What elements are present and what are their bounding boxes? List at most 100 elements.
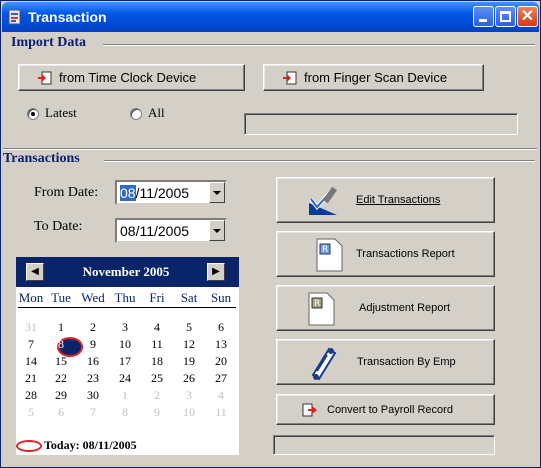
convert-payroll-button[interactable]: Convert to Payroll Record bbox=[276, 394, 495, 425]
adjustment-report-icon: R bbox=[308, 292, 335, 326]
calendar-day[interactable]: 20 bbox=[206, 354, 236, 369]
to-date-field[interactable]: 08/11/2005 bbox=[115, 218, 227, 243]
to-date-value: 08/11/2005 bbox=[120, 223, 190, 239]
calendar-day[interactable]: 30 bbox=[78, 388, 108, 403]
calendar-day[interactable]: 10 bbox=[110, 337, 140, 352]
calendar-day[interactable]: 27 bbox=[206, 371, 236, 386]
from-date-field[interactable]: 08/11/2005 bbox=[115, 180, 227, 205]
calendar-day[interactable]: 1 bbox=[46, 320, 76, 335]
to-date-label: To Date: bbox=[34, 219, 83, 234]
import-icon bbox=[283, 71, 297, 85]
adjustment-report-label: Adjustment Report bbox=[359, 302, 451, 314]
chevron-down-icon[interactable] bbox=[209, 220, 225, 241]
import-group-title: Import Data bbox=[11, 35, 87, 50]
calendar-day[interactable]: 14 bbox=[16, 354, 46, 369]
calendar-day[interactable]: 7 bbox=[78, 405, 108, 420]
from-finger-scan-button[interactable]: from Finger Scan Device bbox=[263, 64, 484, 91]
radio-latest-label: Latest bbox=[45, 105, 77, 120]
calendar-day[interactable]: 5 bbox=[174, 320, 204, 335]
calendar-day[interactable]: 13 bbox=[206, 337, 236, 352]
adjustment-report-button[interactable]: R Adjustment Report bbox=[276, 285, 495, 331]
from-date-rest: /11/2005 bbox=[135, 185, 190, 201]
convert-icon bbox=[302, 403, 317, 417]
calendar-day[interactable]: 8 bbox=[110, 405, 140, 420]
calendar-day[interactable]: 5 bbox=[16, 405, 46, 420]
maximize-button[interactable] bbox=[495, 6, 516, 27]
radio-all-label: All bbox=[148, 105, 165, 120]
calendar-day[interactable]: 17 bbox=[110, 354, 140, 369]
calendar-day[interactable]: 9 bbox=[78, 337, 108, 352]
close-button[interactable]: ✕ bbox=[517, 6, 538, 27]
import-progress-bar bbox=[244, 113, 518, 135]
from-date-label: From Date: bbox=[34, 185, 99, 200]
minimize-icon bbox=[479, 19, 487, 22]
minimize-button[interactable] bbox=[473, 6, 494, 27]
calendar-day[interactable]: 11 bbox=[142, 337, 172, 352]
convert-payroll-label: Convert to Payroll Record bbox=[327, 404, 453, 416]
from-date-selected-part: 08 bbox=[120, 185, 136, 201]
edit-transactions-button[interactable]: Edit Transactions bbox=[276, 177, 495, 223]
calendar-day[interactable]: 2 bbox=[142, 388, 172, 403]
weekday-thu: Thu bbox=[114, 290, 136, 305]
calendar-day[interactable]: 24 bbox=[110, 371, 140, 386]
calendar-day[interactable]: 7 bbox=[16, 337, 46, 352]
calendar-day[interactable]: 29 bbox=[46, 388, 76, 403]
calendar-day[interactable]: 25 bbox=[142, 371, 172, 386]
arrow-right-icon: ▶ bbox=[212, 266, 220, 277]
calendar-header: ◀ November 2005 ▶ bbox=[16, 257, 239, 287]
import-icon bbox=[38, 71, 52, 85]
calendar-day[interactable]: 9 bbox=[142, 405, 172, 420]
calendar-day[interactable]: 26 bbox=[174, 371, 204, 386]
calendar-day[interactable]: 8 bbox=[46, 337, 76, 352]
edit-transactions-label: Edit Transactions bbox=[356, 194, 441, 206]
calendar-day[interactable]: 4 bbox=[206, 388, 236, 403]
weekday-divider bbox=[18, 307, 236, 308]
chevron-down-icon[interactable] bbox=[209, 182, 225, 203]
calendar-day[interactable]: 4 bbox=[142, 320, 172, 335]
weekday-sat: Sat bbox=[180, 290, 198, 305]
transactions-report-button[interactable]: R Transactions Report bbox=[276, 231, 495, 277]
prev-month-button[interactable]: ◀ bbox=[26, 263, 44, 281]
calendar-day[interactable]: 31 bbox=[16, 320, 46, 335]
calendar-day[interactable]: 3 bbox=[110, 320, 140, 335]
window-title: Transaction bbox=[28, 9, 107, 25]
transaction-window: Transaction ✕ Import Data from Time Cloc… bbox=[0, 0, 541, 468]
calendar-day[interactable]: 18 bbox=[142, 354, 172, 369]
weekday-wed: Wed bbox=[81, 290, 105, 305]
report-icon: R bbox=[316, 238, 343, 272]
calendar-day[interactable]: 16 bbox=[78, 354, 108, 369]
radio-all[interactable] bbox=[130, 108, 142, 120]
weekday-sun: Sun bbox=[210, 290, 232, 305]
calendar-day[interactable]: 23 bbox=[78, 371, 108, 386]
scroll-icon bbox=[311, 347, 337, 381]
calendar-month-title: November 2005 bbox=[82, 264, 170, 279]
weekday-fri: Fri bbox=[149, 290, 165, 305]
from-time-clock-button[interactable]: from Time Clock Device bbox=[18, 64, 245, 91]
calendar-day[interactable]: 28 bbox=[16, 388, 46, 403]
transaction-by-emp-button[interactable]: Transaction By Emp bbox=[276, 339, 495, 385]
next-month-button[interactable]: ▶ bbox=[207, 263, 225, 281]
calendar-day[interactable]: 2 bbox=[78, 320, 108, 335]
calendar-day[interactable]: 11 bbox=[206, 405, 236, 420]
calendar-day[interactable]: 19 bbox=[174, 354, 204, 369]
radio-latest[interactable] bbox=[27, 108, 39, 120]
calendar-day[interactable]: 6 bbox=[206, 320, 236, 335]
calendar-day[interactable]: 6 bbox=[46, 405, 76, 420]
title-bar[interactable]: Transaction ✕ bbox=[2, 2, 539, 32]
edit-transactions-icon bbox=[309, 186, 338, 215]
calendar-day[interactable]: 1 bbox=[110, 388, 140, 403]
arrow-left-icon: ◀ bbox=[31, 266, 39, 277]
maximize-icon bbox=[500, 11, 511, 22]
calendar-day[interactable]: 3 bbox=[174, 388, 204, 403]
calendar-day[interactable]: 12 bbox=[174, 337, 204, 352]
svg-text:R: R bbox=[314, 299, 320, 309]
transactions-report-label: Transactions Report bbox=[356, 248, 455, 260]
convert-progress-bar bbox=[273, 435, 495, 455]
calendar-day[interactable]: 15 bbox=[46, 354, 76, 369]
import-group-line bbox=[103, 44, 535, 46]
month-calendar[interactable]: ◀ November 2005 ▶ Mon Tue Wed Thu Fri Sat Sun … bbox=[16, 257, 239, 455]
app-icon bbox=[8, 9, 21, 25]
calendar-day[interactable]: 10 bbox=[174, 405, 204, 420]
calendar-day[interactable]: 22 bbox=[46, 371, 76, 386]
calendar-day[interactable]: 21 bbox=[16, 371, 46, 386]
